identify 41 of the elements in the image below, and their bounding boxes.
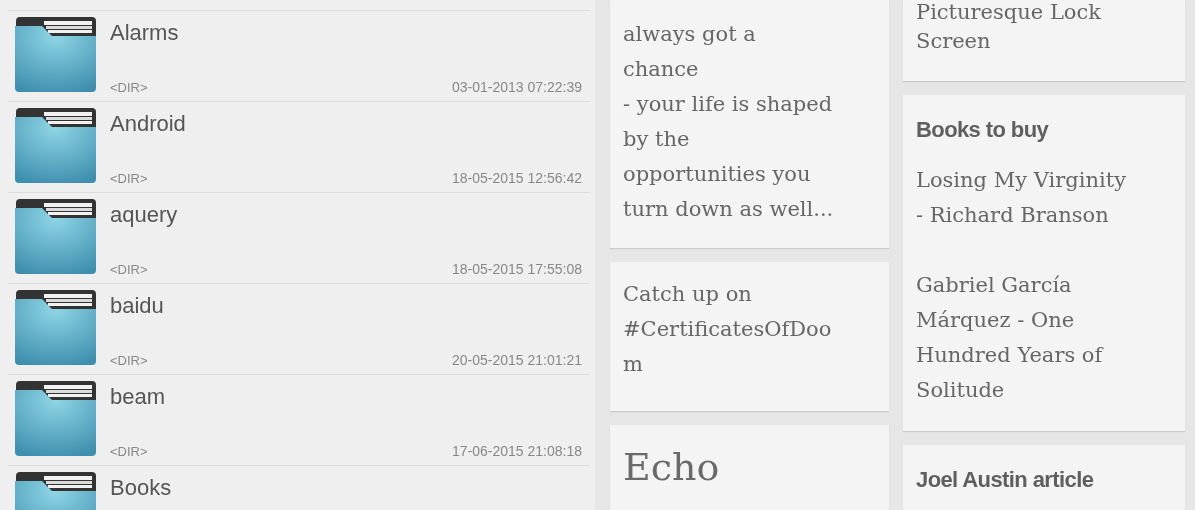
note-text: always got a chance - your life is shaped by the opportunities you turn down as well... [623, 21, 835, 223]
folder-row[interactable]: aquery <DIR> 18-05-2015 17:55:08 [8, 193, 590, 284]
note-text: Catch up on #CertificatesOfDoo m [623, 281, 833, 378]
note-title: Books to buy [916, 116, 1050, 144]
folder-row[interactable]: baidu <DIR> 20-05-2015 21:01:21 [8, 284, 590, 375]
note-card[interactable]: Catch up on #CertificatesOfDoo m [610, 262, 889, 411]
folder-name: baidu [110, 293, 165, 319]
folder-row[interactable]: Android <DIR> 18-05-2015 12:56:42 [8, 102, 590, 193]
note-card[interactable]: Picturesque Lock Screen [903, 0, 1185, 81]
folder-row[interactable]: Alarms <DIR> 03-01-2013 07:22:39 [8, 11, 590, 102]
folder-name: aquery [110, 202, 179, 228]
modified-date: 18-05-2015 12:56:42 [452, 170, 582, 186]
folder-icon [12, 198, 98, 276]
note-text: Gabriel García Márquez - One Hundred Years of Solitude [916, 272, 1105, 404]
folder-name: beam [110, 384, 167, 410]
file-type: <DIR> [110, 80, 148, 95]
folder-icon [12, 289, 98, 367]
modified-date: 20-05-2015 21:01:21 [452, 352, 582, 368]
folder-name: Android [110, 111, 187, 137]
modified-date: 17-06-2015 21:08:18 [452, 443, 582, 459]
folder-row[interactable]: beam <DIR> 17-06-2015 21:08:18 [8, 375, 590, 466]
folder-name: Books [110, 475, 173, 501]
file-type: <DIR> [110, 444, 148, 459]
modified-date: 18-05-2015 17:55:08 [452, 261, 582, 277]
note-card[interactable]: Echo [610, 425, 889, 510]
file-type: <DIR> [110, 171, 148, 186]
note-text: Losing My Virginity - Richard Branson [916, 167, 1128, 229]
folder-icon [12, 380, 98, 458]
folder-icon [12, 16, 98, 94]
folder-row[interactable]: Books [8, 466, 590, 510]
modified-date: 03-01-2013 07:22:39 [452, 79, 582, 95]
note-card[interactable]: Books to buy Losing My Virginity - Richard Branson Gabriel García Márquez - One Hundred Years of Solitude [903, 95, 1185, 431]
note-card[interactable]: Joel Austin article [903, 445, 1185, 510]
file-type: <DIR> [110, 353, 148, 368]
file-type: <DIR> [110, 262, 148, 277]
folder-name: Alarms [110, 20, 180, 46]
note-card[interactable]: always got a chance - your life is shaped by the opportunities you turn down as well... [610, 0, 889, 248]
note-title: Joel Austin article [916, 466, 1095, 494]
note-text: Picturesque Lock Screen [916, 0, 1102, 55]
note-title: Echo [623, 445, 721, 489]
folder-icon [12, 107, 98, 185]
